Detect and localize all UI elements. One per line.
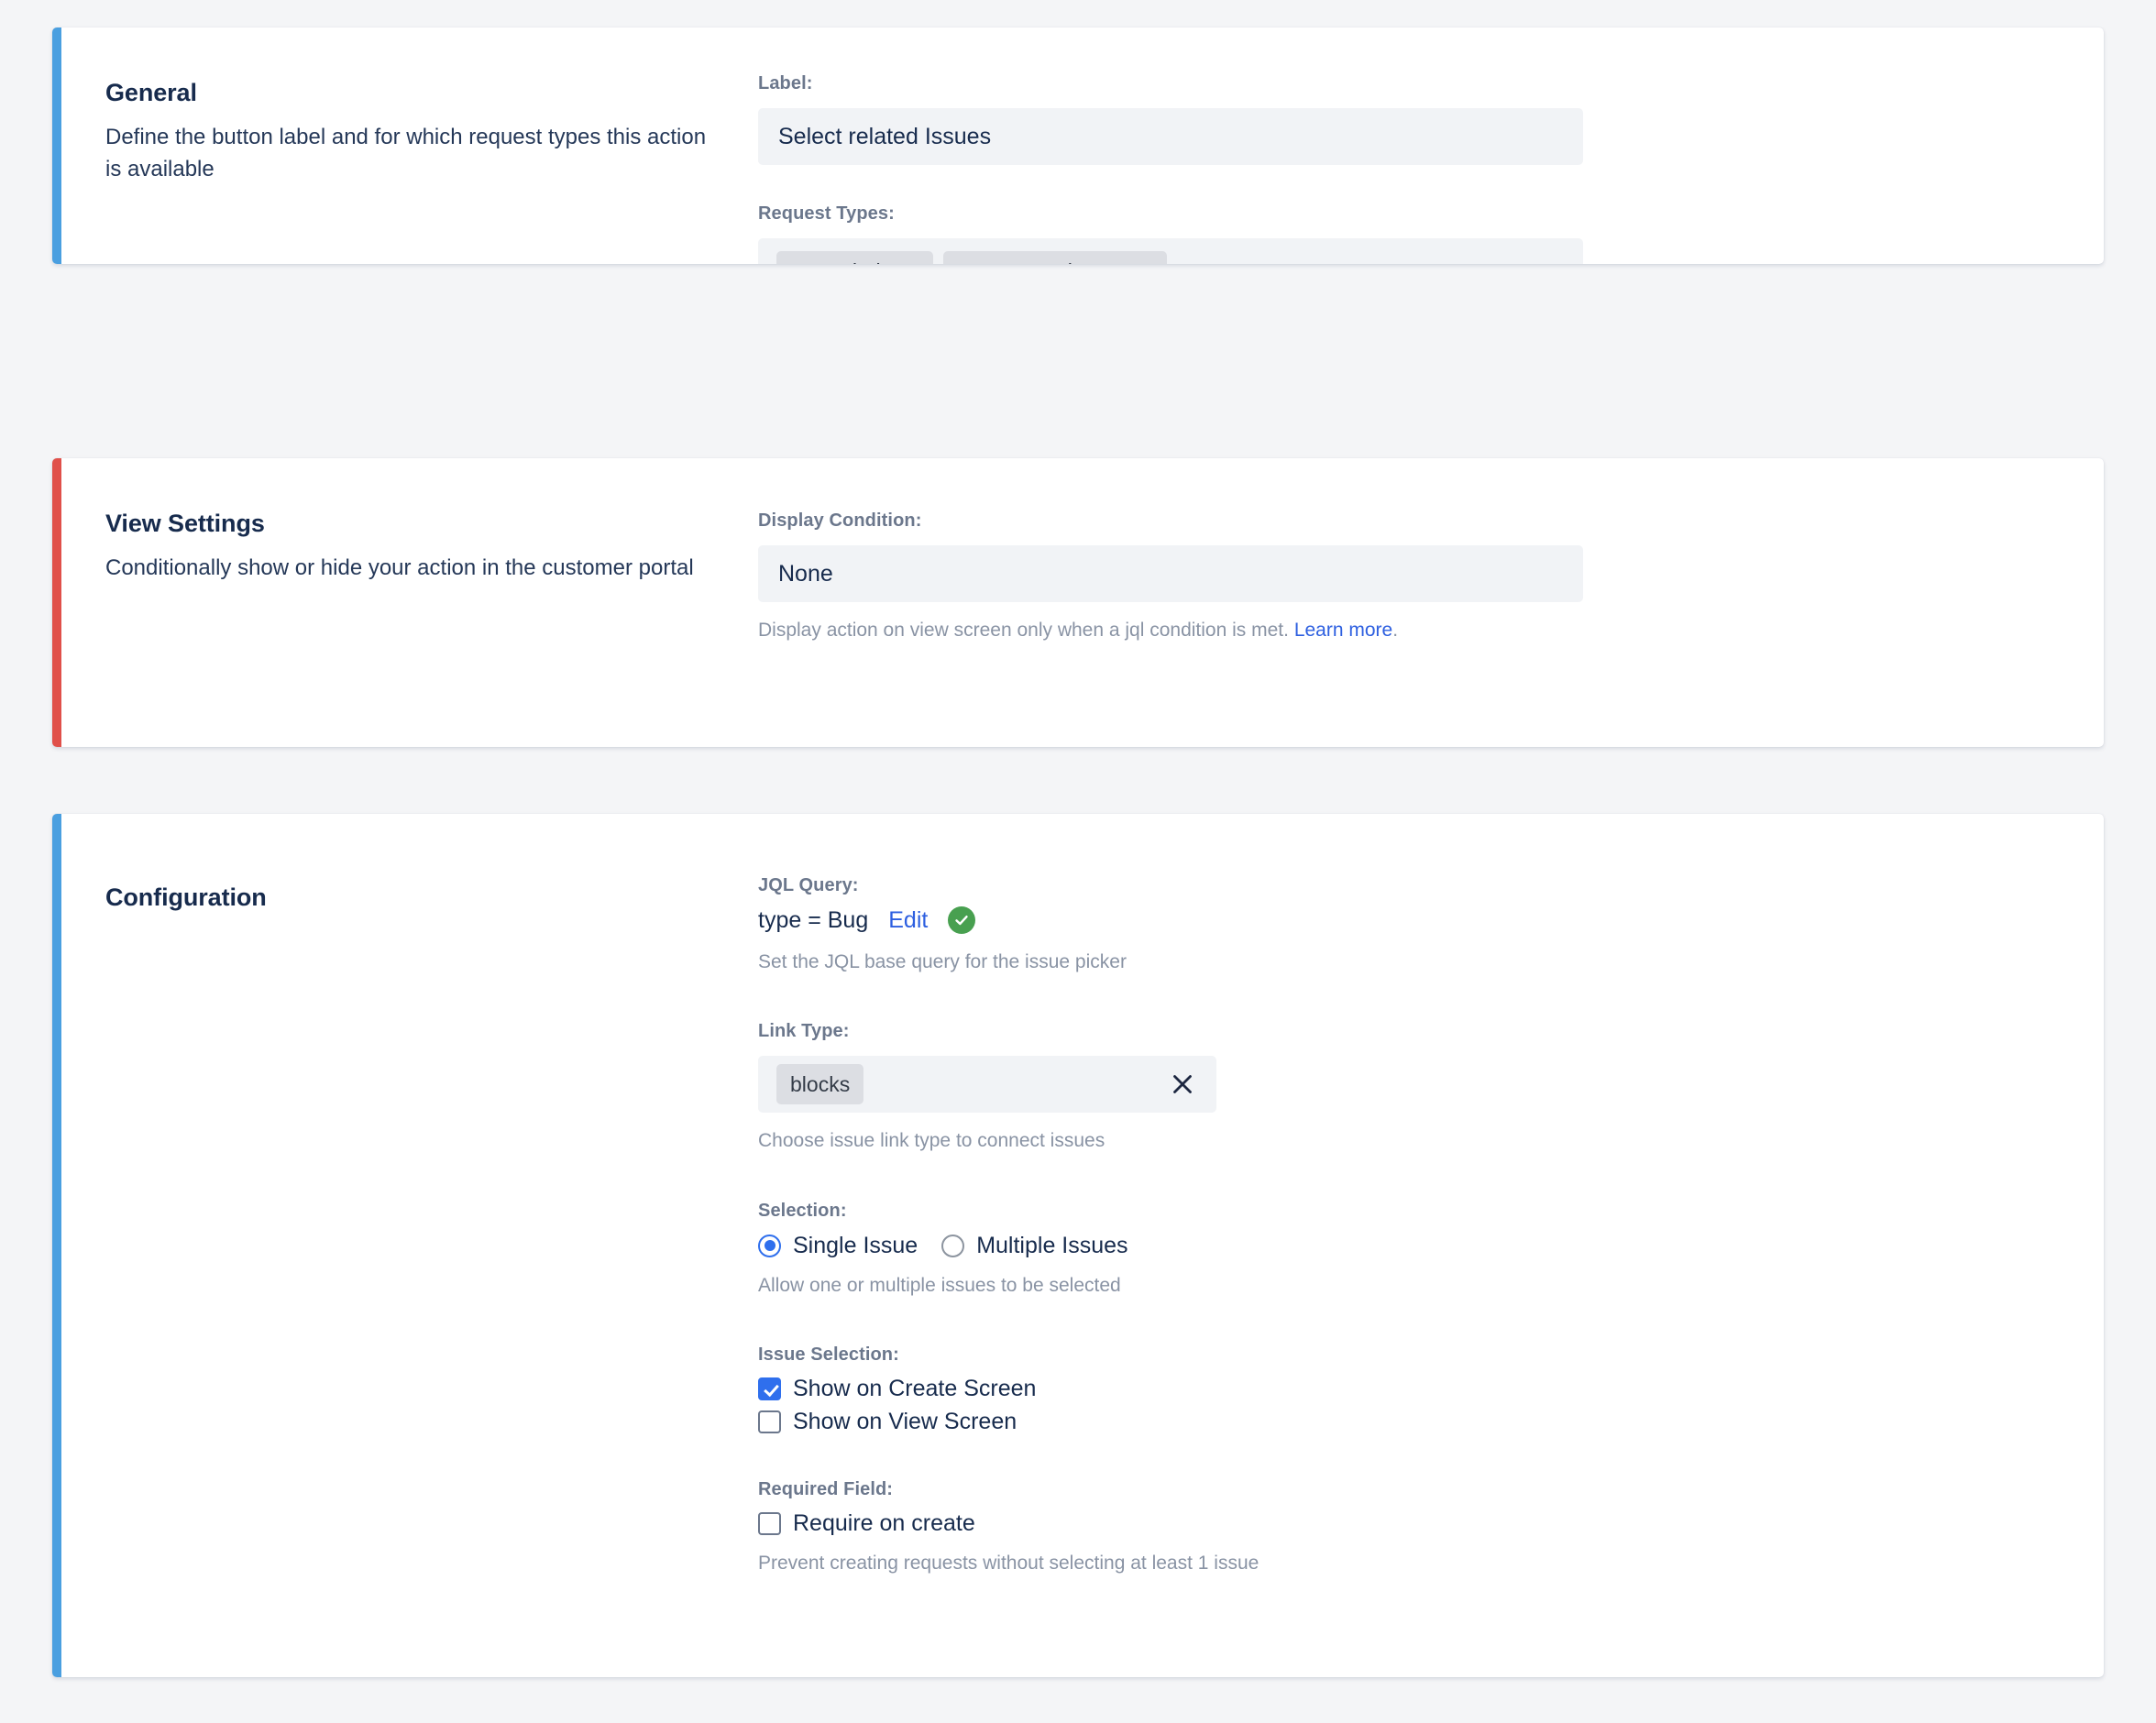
general-section-title: General	[105, 79, 197, 106]
issue-selection-group: Issue Selection: Show on Create Screen S…	[758, 1343, 2104, 1435]
checkbox-show-on-create-screen-label: Show on Create Screen	[793, 1376, 1037, 1402]
display-condition-label: Display Condition:	[758, 510, 922, 531]
required-field-help: Prevent creating requests without select…	[758, 1553, 1260, 1575]
link-type-label: Link Type:	[758, 1021, 850, 1042]
checkbox-require-on-create-label: Require on create	[793, 1510, 975, 1537]
chip-label: Get IT help	[788, 259, 892, 265]
checkbox-show-on-view-screen[interactable]: Show on View Screen	[758, 1409, 2104, 1435]
issue-selection-label: Issue Selection:	[758, 1344, 899, 1366]
view-settings-section-title: View Settings	[105, 510, 265, 537]
checkbox-show-on-view-screen-label: Show on View Screen	[793, 1409, 1018, 1435]
selection-group: Selection: Single Issue Multiple Issues …	[758, 1199, 2104, 1299]
radio-single-issue-label: Single Issue	[793, 1232, 918, 1258]
request-type-chip[interactable]: Request a change ✕	[942, 251, 1168, 265]
link-type-help: Choose issue link type to connect issues	[758, 1130, 1106, 1152]
label-input[interactable]: Select related Issues	[758, 108, 1583, 165]
view-settings-card: View Settings Conditionally show or hide…	[52, 458, 2104, 747]
selection-label: Selection:	[758, 1200, 847, 1221]
radio-icon-selected[interactable]	[758, 1234, 781, 1257]
issue-selection-checkbox-list: Show on Create Screen Show on View Scree…	[758, 1376, 2104, 1435]
checkbox-icon-unchecked[interactable]	[758, 1512, 781, 1536]
configuration-accent-bar	[52, 814, 61, 1677]
view-settings-right-column: Display Condition: None Display action o…	[758, 458, 2104, 747]
radio-single-issue[interactable]: Single Issue	[758, 1232, 918, 1258]
display-condition-help-suffix: .	[1392, 620, 1399, 641]
jql-query-group: JQL Query: type = Bug Edit Set the JQL b…	[758, 873, 2104, 975]
checkbox-require-on-create[interactable]: Require on create	[758, 1510, 2104, 1537]
general-card-body: General Define the button label and for …	[61, 27, 2104, 264]
jql-query-value: type = Bug	[758, 906, 869, 933]
configuration-right-column: JQL Query: type = Bug Edit Set the JQL b…	[758, 814, 2104, 1677]
close-icon[interactable]	[1171, 1072, 1194, 1096]
configuration-section-title: Configuration	[105, 883, 267, 911]
check-circle-icon	[948, 906, 976, 934]
view-settings-left-column: View Settings Conditionally show or hide…	[61, 458, 758, 747]
jql-query-help: Set the JQL base query for the issue pic…	[758, 951, 1127, 972]
request-type-chip[interactable]: Get IT help ✕	[776, 251, 933, 264]
radio-multiple-issues[interactable]: Multiple Issues	[941, 1232, 1128, 1258]
chip-label: Request a change	[955, 259, 1127, 265]
chip-label: blocks	[790, 1071, 851, 1096]
request-types-multiselect[interactable]: Get IT help ✕ Request a change ✕	[758, 238, 1583, 264]
display-condition-help: Display action on view screen only when …	[758, 618, 2104, 643]
checkbox-icon-unchecked[interactable]	[758, 1410, 781, 1434]
jql-edit-link[interactable]: Edit	[888, 907, 928, 934]
link-type-chip[interactable]: blocks	[776, 1064, 864, 1105]
display-condition-help-prefix: Display action on view screen only when …	[758, 620, 1289, 641]
request-types-group: Request Types: Get IT help ✕ Request a c…	[758, 202, 2104, 264]
radio-multiple-issues-label: Multiple Issues	[976, 1232, 1128, 1258]
jql-query-label: JQL Query:	[758, 875, 859, 895]
jql-query-row: type = Bug Edit	[758, 906, 2104, 934]
settings-page: General Define the button label and for …	[0, 0, 2156, 1723]
label-field-group: Label: Select related Issues	[758, 71, 2104, 165]
label-field-label: Label:	[758, 73, 813, 93]
checkbox-icon-checked[interactable]	[758, 1377, 781, 1401]
link-type-picker[interactable]: blocks	[758, 1056, 1216, 1114]
required-field-group: Required Field: Require on create Preven…	[758, 1477, 2104, 1576]
selection-help: Allow one or multiple issues to be selec…	[758, 1274, 1121, 1296]
view-settings-section-description: Conditionally show or hide your action i…	[105, 555, 694, 581]
display-condition-input[interactable]: None	[758, 545, 1583, 602]
general-left-column: General Define the button label and for …	[61, 27, 758, 264]
general-right-column: Label: Select related Issues Request Typ…	[758, 27, 2104, 264]
configuration-card: Configuration JQL Query: type = Bug Edit…	[52, 814, 2104, 1677]
chip-remove-icon[interactable]: ✕	[1139, 262, 1156, 265]
required-field-checkbox-list: Require on create	[758, 1510, 2104, 1537]
configuration-left-column: Configuration	[61, 814, 758, 1677]
display-condition-group: Display Condition: None Display action o…	[758, 509, 2104, 643]
view-settings-accent-bar	[52, 458, 61, 747]
general-section-description: Define the button label and for which re…	[105, 125, 707, 181]
learn-more-link[interactable]: Learn more	[1294, 620, 1392, 641]
selection-radio-row: Single Issue Multiple Issues	[758, 1232, 2104, 1258]
link-type-group: Link Type: blocks Choose issue link type…	[758, 1019, 2104, 1154]
required-field-label: Required Field:	[758, 1479, 894, 1500]
configuration-card-body: Configuration JQL Query: type = Bug Edit…	[61, 814, 2104, 1677]
radio-icon-unselected[interactable]	[941, 1234, 965, 1257]
request-types-label: Request Types:	[758, 203, 895, 224]
checkbox-show-on-create-screen[interactable]: Show on Create Screen	[758, 1376, 2104, 1402]
view-settings-card-body: View Settings Conditionally show or hide…	[61, 458, 2104, 747]
chip-remove-icon[interactable]: ✕	[905, 262, 921, 265]
general-card: General Define the button label and for …	[52, 27, 2104, 264]
general-accent-bar	[52, 27, 61, 264]
